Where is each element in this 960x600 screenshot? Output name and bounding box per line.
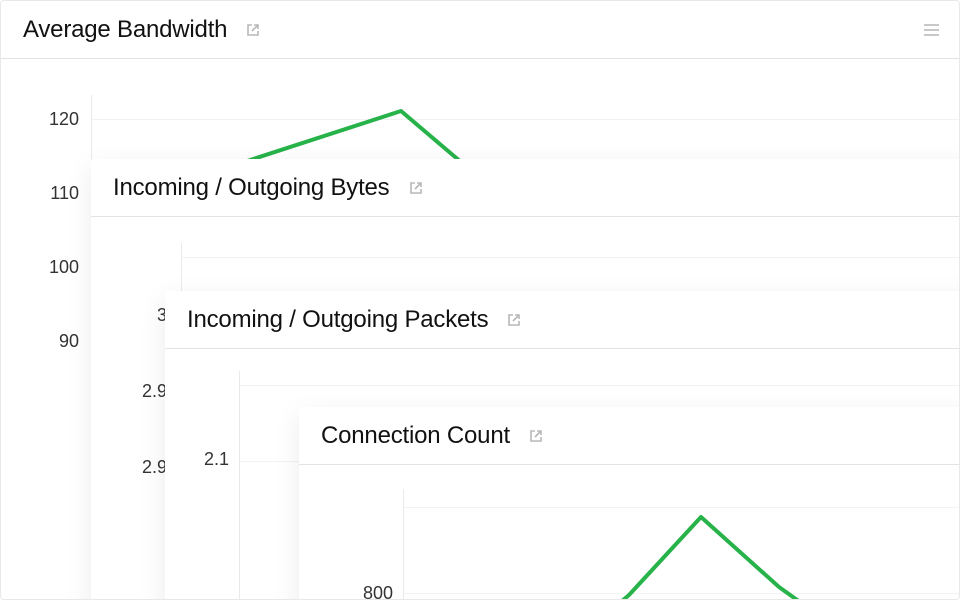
menu-icon[interactable] (924, 24, 939, 36)
card-title: Incoming / Outgoing Bytes (113, 174, 390, 202)
external-link-icon[interactable] (245, 22, 261, 38)
card-connection-count: Connection Count 800 (299, 407, 960, 600)
card-title: Connection Count (321, 422, 510, 450)
card-header: Average Bandwidth (1, 1, 960, 59)
external-link-icon[interactable] (528, 428, 544, 444)
card-title: Incoming / Outgoing Packets (187, 306, 488, 334)
dashboard-frame: Average Bandwidth 120 110 100 90 (0, 0, 960, 600)
conn-line (299, 465, 960, 600)
chart-body: 800 (299, 465, 960, 600)
external-link-icon[interactable] (408, 180, 424, 196)
card-header: Connection Count (299, 407, 960, 465)
card-title: Average Bandwidth (23, 16, 227, 44)
card-header: Incoming / Outgoing Packets (165, 291, 960, 349)
card-header: Incoming / Outgoing Bytes (91, 159, 960, 217)
external-link-icon[interactable] (506, 312, 522, 328)
